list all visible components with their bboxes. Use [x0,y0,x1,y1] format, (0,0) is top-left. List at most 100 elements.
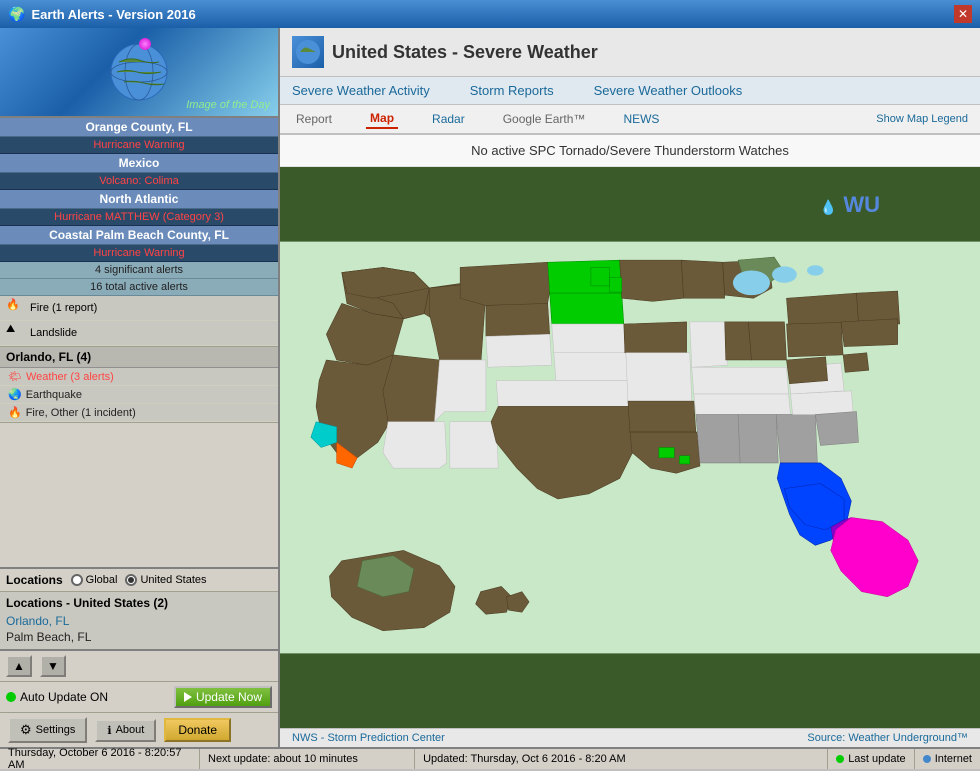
ga-state [776,415,817,463]
palm-beach-link[interactable]: Palm Beach, FL [6,629,272,645]
settings-label: Settings [36,724,76,736]
orlando-fire[interactable]: 🔥 Fire, Other (1 incident) [0,404,278,422]
wv-state [786,357,827,384]
wy-state [486,303,550,336]
global-radio[interactable]: Global [71,574,118,586]
incident-fire[interactable]: 🔥 Fire (1 report) [0,296,278,321]
ks-state [554,353,628,381]
alert-item-volcano[interactable]: Volcano: Colima [0,173,278,190]
incident-landslide[interactable]: ⛰ Landslide [0,321,278,346]
info-icon: ℹ [107,724,111,737]
global-radio-circle [71,574,83,586]
orlando-earthquake[interactable]: 🌏 Earthquake [0,386,278,404]
main-layout: Image of the Day Orange County, FL Hurri… [0,28,980,747]
about-button[interactable]: ℹ About [95,719,156,742]
us-radio[interactable]: United States [125,574,206,586]
md-de [843,353,869,373]
nws-link[interactable]: NWS - Storm Prediction Center [292,732,445,744]
az-state [383,422,447,468]
ms-state [696,415,740,463]
in-state [725,322,752,360]
fire-other-label: Fire, Other (1 incident) [26,407,136,419]
right-header-title: United States - Severe Weather [332,42,598,63]
significant-alerts: 4 significant alerts [0,262,278,279]
green-patch-south-2 [679,456,689,464]
alert-item-hurricane-matthew[interactable]: Hurricane MATTHEW (Category 3) [0,209,278,226]
locations-section: Locations Global United States Locations… [0,567,278,649]
last-update-label: Last update [848,753,906,765]
wu-logo: 💧 WU [820,192,880,218]
map-container: 💧 WU [280,167,980,728]
ny-state [786,293,858,324]
alert-list: Orange County, FL Hurricane Warning Mexi… [0,118,278,567]
lake-michigan [733,270,770,295]
left-panel: Image of the Day Orange County, FL Hurri… [0,28,280,747]
scroll-down-button[interactable]: ▼ [40,655,66,677]
donate-button[interactable]: Donate [164,718,231,742]
auto-update-bar: Auto Update ON Update Now [0,681,278,712]
incidents-section: 🔥 Fire (1 report) ⛰ Landslide [0,296,278,347]
locations-tabs: Locations Global United States [0,569,278,592]
wu-source-link[interactable]: Weather Underground™ [848,732,968,744]
sd-state [550,293,624,324]
landslide-label: Landslide [30,327,77,339]
alert-header-orange: Orange County, FL [0,118,278,137]
source-label: Source: [807,732,845,744]
us-label: United States [140,574,206,586]
tab-severe-weather[interactable]: Severe Weather Activity [292,81,430,100]
subtab-report[interactable]: Report [292,110,336,128]
status-next-update: Next update: about 10 minutes [200,749,415,769]
nav-tabs: Severe Weather Activity Storm Reports Se… [280,77,980,105]
tab-outlooks[interactable]: Severe Weather Outlooks [594,81,743,100]
orlando-weather[interactable]: 🌤 Weather (3 alerts) [0,368,278,386]
subtab-news[interactable]: NEWS [619,110,663,128]
right-panel: United States - Severe Weather Severe We… [280,28,980,747]
alert-header-north-atlantic: North Atlantic [0,190,278,209]
scroll-up-button[interactable]: ▲ [6,655,32,677]
pink-dot [139,38,151,50]
wi-state [681,260,724,298]
earthquake-icon: 🌏 [8,388,22,401]
action-bar: ⚙ Settings ℹ About Donate [0,712,278,747]
weather-label: Weather (3 alerts) [26,371,114,383]
us-map[interactable] [280,167,980,728]
wu-source: Source: Weather Underground™ [807,732,968,744]
subtab-radar[interactable]: Radar [428,110,469,128]
tornado-notice: No active SPC Tornado/Severe Thunderstor… [280,135,980,167]
orlando-link[interactable]: Orlando, FL [6,613,272,629]
orlando-header: Orlando, FL (4) [0,347,278,368]
internet-dot [923,755,931,763]
alert-item-hurricane-warning-palm[interactable]: Hurricane Warning [0,245,278,262]
weather-header-icon [292,36,324,68]
status-bar: Thursday, October 6 2016 - 8:20:57 AM Ne… [0,747,980,769]
map-bottom-bar: NWS - Storm Prediction Center Source: We… [280,728,980,747]
green-patch-2 [609,278,621,292]
weather-icon: 🌤 [8,370,22,383]
lake-huron [772,266,797,282]
show-legend-link[interactable]: Show Map Legend [876,113,968,125]
ky-state [692,367,789,394]
nm-state [450,422,498,468]
close-button[interactable]: ✕ [954,5,972,23]
alert-item-hurricane-warning-orange[interactable]: Hurricane Warning [0,137,278,154]
auto-update-dot [6,692,16,702]
update-now-button[interactable]: Update Now [174,686,272,708]
subtab-google-earth[interactable]: Google Earth™ [499,110,590,128]
donate-label: Donate [178,723,217,737]
globe-area[interactable]: Image of the Day [0,28,278,118]
fire-icon: 🔥 [6,298,26,318]
mid-atlantic [841,319,898,347]
auto-update-left: Auto Update ON [6,690,108,704]
ne-state [552,324,626,353]
image-of-day-label: Image of the Day [186,99,270,111]
wu-drop-icon: 💧 [820,199,837,215]
total-alerts: 16 total active alerts [0,279,278,296]
auto-update-label: Auto Update ON [20,690,108,704]
oh-state [748,322,786,360]
status-updated: Updated: Thursday, Oct 6 2016 - 8:20 AM [415,749,828,769]
subtab-map[interactable]: Map [366,109,398,129]
alert-header-palm-beach: Coastal Palm Beach County, FL [0,226,278,245]
settings-button[interactable]: ⚙ Settings [8,717,87,743]
tab-storm-reports[interactable]: Storm Reports [470,81,554,100]
locations-list: Locations - United States (2) Orlando, F… [0,592,278,649]
